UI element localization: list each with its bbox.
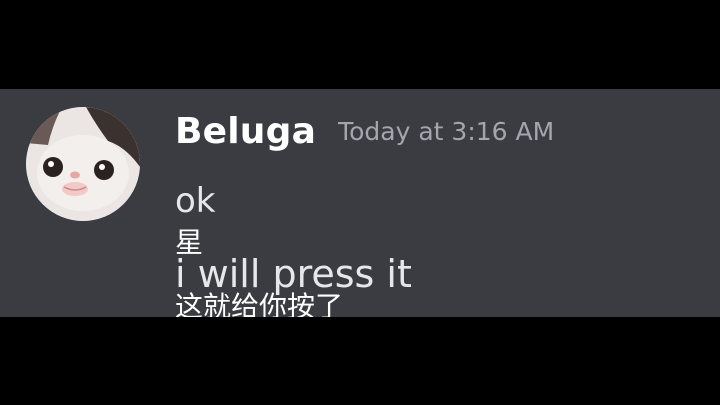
username[interactable]: Beluga	[175, 111, 316, 152]
message-header: Beluga Today at 3:16 AM	[175, 111, 554, 152]
message-line-1: ok	[175, 181, 216, 221]
message-timestamp: Today at 3:16 AM	[338, 117, 555, 146]
video-frame: Beluga Today at 3:16 AM ok 星 i will press…	[0, 0, 720, 405]
subtitle-line-2: 这就给你按了	[175, 290, 344, 317]
chat-message: Beluga Today at 3:16 AM ok 星 i will press…	[0, 89, 720, 317]
user-avatar[interactable]	[26, 107, 140, 221]
cat-avatar-icon	[26, 107, 140, 221]
